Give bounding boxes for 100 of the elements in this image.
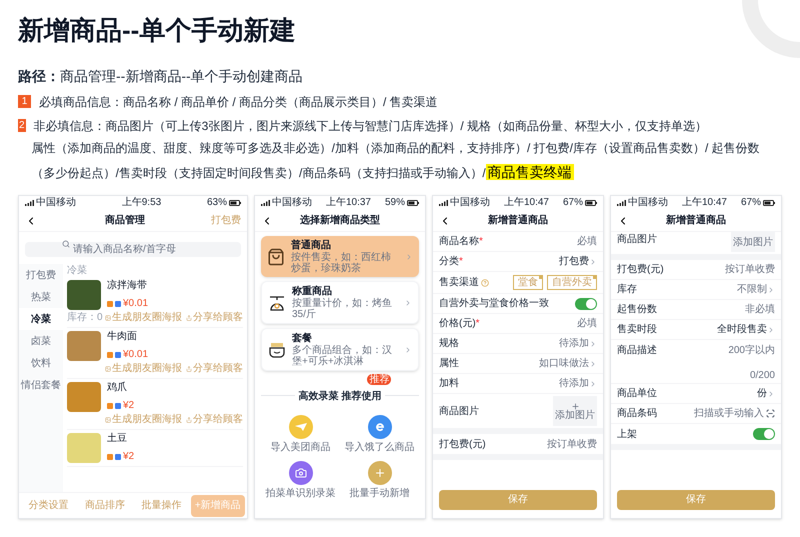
chevron-right-icon bbox=[767, 286, 775, 294]
select-field[interactable]: 待添加 bbox=[559, 376, 597, 391]
field-label: 自营外卖与堂食价格一致 bbox=[439, 296, 549, 311]
box-icon bbox=[268, 342, 286, 358]
text-field[interactable]: 按订单收费 bbox=[527, 436, 597, 452]
text-field[interactable]: 必填 bbox=[527, 316, 597, 331]
import-option[interactable]: 批量手动新增 bbox=[340, 461, 419, 503]
scan-icon[interactable] bbox=[766, 409, 775, 418]
chevron-right-icon bbox=[589, 380, 597, 388]
category-tab[interactable]: 热菜 bbox=[19, 286, 63, 308]
chevron-right-icon bbox=[589, 258, 597, 266]
product-name: 土豆 bbox=[107, 433, 128, 445]
field-label: 上架 bbox=[617, 428, 637, 442]
field-label: 商品单位 bbox=[617, 386, 657, 401]
search-icon bbox=[62, 240, 70, 248]
field-label: 属性 bbox=[439, 356, 459, 371]
battery-text: 63% bbox=[206, 198, 227, 208]
carrier-text: 中国移动 bbox=[36, 198, 76, 208]
select-field[interactable]: 打包费 bbox=[559, 254, 597, 269]
number-badge: 1 bbox=[18, 95, 31, 108]
import-option[interactable]: 导入饿了么商品 bbox=[340, 415, 419, 457]
category-tab[interactable]: 卤菜 bbox=[19, 330, 63, 352]
text-field[interactable]: 非必填 bbox=[705, 302, 775, 317]
section-heading: 冷菜 bbox=[67, 264, 88, 277]
category-tab[interactable]: 打包费 bbox=[19, 264, 63, 286]
toggle-switch[interactable] bbox=[753, 428, 775, 440]
select-field[interactable]: 全时段售卖 bbox=[717, 322, 775, 337]
product-price: ¥2 bbox=[123, 451, 134, 463]
screen-title: 选择新增商品类型 bbox=[300, 213, 380, 228]
recommend-badge: 推荐 bbox=[367, 374, 392, 385]
field-label: 商品条码 bbox=[617, 406, 657, 421]
chevron-right-icon bbox=[767, 326, 775, 334]
poster-link[interactable]: 生成朋友圈海报 bbox=[105, 313, 182, 323]
add-image-button[interactable]: 添加图片 bbox=[731, 232, 775, 252]
battery-icon bbox=[406, 200, 419, 206]
poster-link[interactable]: 生成朋友圈海报 bbox=[105, 415, 182, 425]
carrier-text: 中国移动 bbox=[628, 198, 668, 208]
battery-text: 67% bbox=[562, 198, 583, 208]
channel-tag[interactable]: 堂食 bbox=[513, 275, 543, 290]
toggle-switch[interactable] bbox=[575, 298, 597, 310]
import-option[interactable]: 拍菜单识别录菜 bbox=[261, 461, 340, 503]
select-field[interactable]: 如口味做法 bbox=[539, 356, 597, 371]
battery-text: 67% bbox=[740, 198, 761, 208]
bottom-bar-button[interactable]: 分类设置 bbox=[21, 494, 76, 516]
signal-icon bbox=[617, 200, 626, 206]
stock-text: 库存：0 bbox=[67, 313, 103, 323]
product-name: 凉拌海带 bbox=[107, 280, 148, 292]
description-field[interactable]: 200字以内 bbox=[728, 342, 775, 358]
screen-title: 新增普通商品 bbox=[488, 213, 548, 228]
chevron-right-icon bbox=[404, 346, 412, 354]
number-badge: 2 bbox=[18, 119, 26, 132]
bottom-bar-button[interactable]: 商品排序 bbox=[78, 494, 132, 516]
select-field[interactable]: 待添加 bbox=[559, 336, 597, 351]
note-text: 必填商品信息：商品名称 / 商品单价 / 商品分类（商品展示类目）/ 售卖渠道 bbox=[39, 94, 438, 111]
field-label: 库存 bbox=[617, 282, 637, 297]
product-price: ¥2 bbox=[123, 400, 134, 412]
image-icon bbox=[105, 366, 111, 372]
chevron-right-icon bbox=[405, 252, 413, 260]
chevron-right-icon bbox=[589, 340, 597, 348]
import-option[interactable]: 导入美团商品 bbox=[261, 415, 340, 457]
scale-icon bbox=[268, 294, 286, 310]
add-image-button[interactable]: 添加图片 bbox=[553, 396, 597, 426]
select-field[interactable]: 份 bbox=[757, 386, 775, 401]
field-label: 规格 bbox=[439, 336, 459, 351]
poster-link[interactable]: 生成朋友圈海报 bbox=[105, 364, 182, 374]
select-field[interactable]: 不限制 bbox=[737, 282, 775, 297]
note-text: 非必填信息：商品图片（可上传3张图片，图片来源线下上传与智慧门店库选择）/ 规格（如商品份量、杯型大小，仅支持单选） bbox=[34, 118, 708, 135]
chevron-right-icon bbox=[767, 390, 775, 398]
product-type-card[interactable]: 套餐 多个商品组合，如：汉堡+可乐+冰淇淋 bbox=[261, 328, 419, 371]
field-label: 售卖渠道 bbox=[439, 276, 479, 290]
section-heading: 高效录菜 推荐使用 bbox=[298, 391, 382, 402]
time-text: 上午10:47 bbox=[504, 198, 549, 208]
share-link[interactable]: 分享给顾客 bbox=[186, 364, 243, 374]
product-type-card[interactable]: 普通商品 按件售卖，如：西红柿炒蛋，珍珠奶茶 bbox=[261, 236, 419, 277]
field-label: 加料 bbox=[439, 376, 459, 391]
field-label: 起售份数 bbox=[617, 302, 657, 317]
share-icon bbox=[186, 366, 192, 372]
bottom-bar-button[interactable]: 批量操作 bbox=[134, 494, 188, 516]
field-label: 商品图片 bbox=[439, 404, 479, 418]
image-icon bbox=[105, 315, 111, 321]
screen-title: 新增普通商品 bbox=[666, 213, 726, 228]
share-link[interactable]: 分享给顾客 bbox=[186, 415, 243, 425]
time-text: 上午10:37 bbox=[326, 198, 371, 208]
field-label: 打包费(元) bbox=[617, 262, 664, 277]
character-counter: 0/200 bbox=[748, 369, 775, 383]
search-field[interactable]: 请输入商品名称/首字母 bbox=[25, 242, 241, 257]
field-label: 分类* bbox=[439, 254, 463, 269]
barcode-field[interactable]: 扫描或手动输入 bbox=[692, 406, 764, 421]
category-tab[interactable]: 冷菜 bbox=[19, 308, 63, 330]
category-tab[interactable]: 情侣套餐 bbox=[19, 374, 63, 396]
text-field[interactable]: 必填 bbox=[527, 234, 597, 249]
bag-icon bbox=[267, 248, 285, 266]
share-link[interactable]: 分享给顾客 bbox=[186, 313, 243, 323]
time-text: 上午10:47 bbox=[682, 198, 727, 208]
field-label: 商品描述 bbox=[617, 344, 657, 358]
text-field[interactable]: 按订单收费 bbox=[705, 262, 775, 277]
product-type-card[interactable]: 称重商品 按重量计价，如：烤鱼35/斤 bbox=[261, 281, 419, 324]
category-tab[interactable]: 饮料 bbox=[19, 352, 63, 374]
product-price: ¥0.01 bbox=[123, 349, 148, 361]
carrier-text: 中国移动 bbox=[272, 198, 312, 208]
